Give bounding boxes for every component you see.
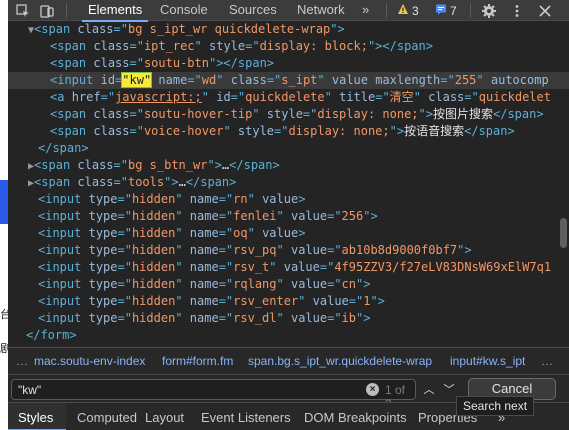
search-match-highlight: "kw" [121, 72, 153, 88]
tree-node[interactable]: <input type="hidden" name="rsv_pq" value… [8, 242, 569, 259]
tab-styles[interactable]: Styles [18, 410, 53, 425]
tab-elements[interactable]: Elements [81, 0, 149, 22]
more-tabs-button[interactable]: » [362, 0, 369, 21]
tree-node[interactable]: <input type="hidden" name="oq" value> [8, 225, 569, 242]
chevron-down-icon: ﹀ [443, 384, 455, 396]
warnings-count: 3 [412, 3, 419, 18]
tab-sources[interactable]: Sources [229, 0, 277, 21]
tab-computed[interactable]: Computed [77, 410, 137, 425]
tab-event-listeners[interactable]: Event Listeners [201, 410, 291, 425]
close-icon[interactable] [536, 2, 554, 19]
tab-network[interactable]: Network [297, 0, 345, 21]
elements-tree[interactable]: ▼<span class="bg s_ipt_wr quickdelete-wr… [8, 21, 569, 347]
tree-node[interactable]: <input type="hidden" name="rsv_dl" value… [8, 310, 569, 327]
devtools-toolbar: Elements Console Sources Network » 3 7 [8, 0, 569, 22]
gear-icon[interactable] [480, 2, 498, 19]
clear-search-icon[interactable]: × [366, 383, 379, 396]
tree-node[interactable]: <span class="voice-hover" style="display… [8, 123, 569, 140]
breadcrumb: … mac.soutu-env-index form#form.fm span.… [8, 347, 569, 374]
tree-scrollbar[interactable] [560, 218, 567, 248]
breadcrumb-item[interactable]: mac.soutu-env-index [34, 354, 145, 368]
breadcrumb-overflow-right[interactable]: … [541, 354, 553, 368]
messages-count: 7 [450, 3, 457, 18]
tree-node[interactable]: <input type="hidden" name="rsv_enter" va… [8, 293, 569, 310]
tab-console[interactable]: Console [160, 0, 208, 21]
warnings-badge[interactable]: 3 [397, 2, 419, 19]
tree-node[interactable]: </span> [8, 140, 569, 157]
tab-dom-breakpoints[interactable]: DOM Breakpoints [304, 410, 407, 425]
inspect-element-icon[interactable] [14, 2, 32, 19]
devtools-panel: Elements Console Sources Network » 3 7 ▼… [8, 0, 569, 430]
tree-node[interactable]: </form> [8, 327, 569, 344]
tree-node[interactable]: ▶<span class="tools">…</span> [8, 174, 569, 191]
tree-node[interactable]: ▶<span class="bg s_btn_wr">…</span> [8, 157, 569, 174]
breadcrumb-item-current[interactable]: input#kw.s_ipt [450, 354, 525, 368]
tree-node[interactable]: ▼<span class="bg s_ipt_wr quickdelete-wr… [8, 21, 569, 38]
breadcrumb-item[interactable]: span.bg.s_ipt_wr.quickdelete-wrap [248, 354, 432, 368]
search-field: × 1 of 2 [11, 379, 416, 411]
tree-node[interactable]: <span class="ipt_rec" style="display: bl… [8, 38, 569, 55]
tree-node[interactable]: <input type="hidden" name="fenlei" value… [8, 208, 569, 225]
more-vert-icon[interactable] [508, 2, 526, 19]
device-toolbar-icon[interactable] [38, 2, 56, 19]
tree-node-selected[interactable]: <input id="kw" name="wd" class="s_ipt" v… [8, 72, 569, 89]
tree-node[interactable]: <input type="hidden" name="rqlang" value… [8, 276, 569, 293]
breadcrumb-overflow-left[interactable]: … [16, 354, 28, 368]
tree-node[interactable]: <span class="soutu-btn"></span> [8, 55, 569, 72]
tree-node[interactable]: <input type="hidden" name="rn" value> [8, 191, 569, 208]
page-content-edge: 台 剧 [0, 0, 11, 430]
breadcrumb-item[interactable]: form#form.fm [162, 354, 233, 368]
tree-node[interactable]: <input type="hidden" name="rsv_t" value=… [8, 259, 569, 276]
search-prev-button[interactable]: ︿ [420, 381, 438, 399]
messages-badge[interactable]: 7 [435, 2, 457, 19]
message-icon [435, 3, 447, 18]
chevron-up-icon: ︿ [423, 384, 435, 396]
tree-node[interactable]: <span class="soutu-hover-tip" style="dis… [8, 106, 569, 123]
tree-node[interactable]: <a href="javascript:;" id="quickdelete" … [8, 89, 569, 106]
page-blue-block [0, 180, 8, 224]
search-input[interactable] [18, 381, 348, 398]
tooltip: Search next [456, 396, 535, 416]
warning-icon [397, 3, 409, 18]
tab-layout[interactable]: Layout [145, 410, 184, 425]
